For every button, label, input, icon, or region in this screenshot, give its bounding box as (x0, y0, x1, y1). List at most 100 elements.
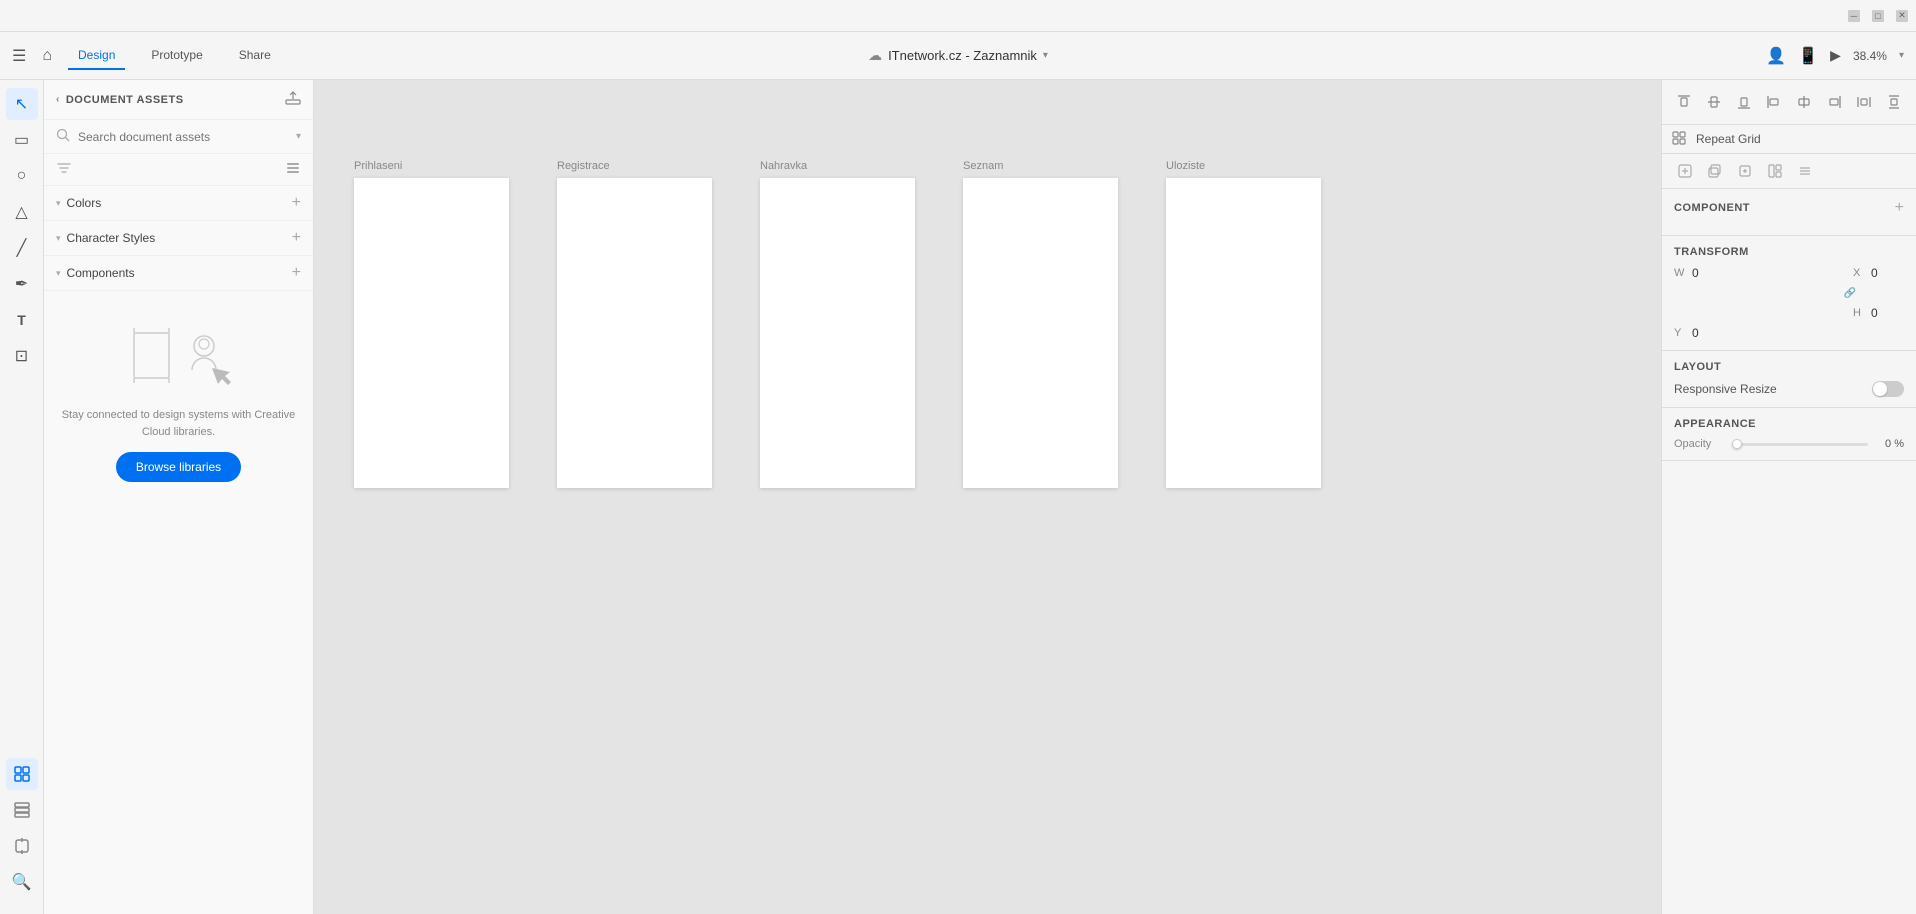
layers-icon[interactable] (6, 794, 38, 826)
main-layout: ↖ ▭ ○ △ ╱ ✒ T ⊡ 🔍 ‹ DOCUMENT ASSETS (0, 80, 1916, 914)
height-input[interactable] (1871, 306, 1916, 320)
distribute-h-button[interactable] (1850, 88, 1878, 116)
tab-share[interactable]: Share (229, 42, 281, 70)
maximize-button[interactable]: □ (1872, 10, 1884, 22)
component-section: COMPONENT + (1662, 189, 1916, 236)
artboard-uloziste: Uloziste (1166, 160, 1321, 488)
opacity-slider[interactable] (1732, 443, 1868, 446)
toggle-knob (1873, 382, 1887, 396)
browse-libraries-button[interactable]: Browse libraries (116, 452, 241, 482)
minimize-button[interactable]: ─ (1848, 10, 1860, 22)
library-promo: Stay connected to design systems with Cr… (44, 291, 313, 506)
menu-icon[interactable]: ☰ (12, 46, 26, 66)
align-middle-v-button[interactable] (1700, 88, 1728, 116)
character-styles-section[interactable]: ▾ Character Styles + (44, 221, 313, 256)
x-input[interactable] (1871, 266, 1916, 280)
distribute-v-button[interactable] (1880, 88, 1908, 116)
title-bar-controls: ─ □ ✕ (1848, 10, 1908, 22)
transform-lock: 🔗 (1674, 286, 1916, 300)
line-tool[interactable]: ╱ (6, 232, 38, 264)
responsive-resize-row: Responsive Resize (1674, 381, 1904, 397)
pen-tool[interactable]: ✒ (6, 268, 38, 300)
colors-section[interactable]: ▾ Colors + (44, 186, 313, 221)
artboard-label-uloziste: Uloziste (1166, 160, 1205, 172)
device-icon[interactable]: 📱 (1798, 46, 1818, 66)
comp-duplicate-icon[interactable] (1732, 158, 1758, 184)
width-label: W (1674, 267, 1688, 279)
artboard-frame-registrace[interactable] (557, 178, 712, 488)
assets-upload-icon[interactable] (285, 90, 301, 109)
artboard-label-seznam: Seznam (963, 160, 1003, 172)
assets-filter-toolbar (44, 154, 313, 186)
search-magnifier-icon (56, 128, 70, 145)
play-icon[interactable]: ▶ (1830, 47, 1841, 64)
align-left-button[interactable] (1760, 88, 1788, 116)
height-row: H (1853, 306, 1916, 320)
width-input[interactable] (1692, 266, 1847, 280)
opacity-row: Opacity 0 % (1674, 438, 1904, 450)
colors-add-icon[interactable]: + (292, 194, 301, 212)
search-dropdown-icon[interactable]: ▾ (296, 131, 301, 142)
text-tool[interactable]: T (6, 304, 38, 336)
comp-lines-icon[interactable] (1792, 158, 1818, 184)
align-bottom-button[interactable] (1730, 88, 1758, 116)
width-row: W (1674, 266, 1847, 280)
artboard-seznam: Seznam (963, 160, 1118, 488)
canvas-area[interactable]: Prihlaseni Registrace Nahravka Seznam Ul… (314, 80, 1661, 914)
repeat-grid-label[interactable]: Repeat Grid (1696, 132, 1761, 146)
responsive-resize-toggle[interactable] (1872, 381, 1904, 397)
assets-header-left: ‹ DOCUMENT ASSETS (56, 94, 184, 106)
artboard-frame-seznam[interactable] (963, 178, 1118, 488)
zoom-chevron-icon[interactable]: ▾ (1899, 50, 1904, 61)
char-styles-add-icon[interactable]: + (292, 229, 301, 247)
tab-design[interactable]: Design (68, 42, 125, 70)
assets-chevron-icon[interactable]: ‹ (56, 94, 60, 105)
zoom-level[interactable]: 38.4% (1853, 49, 1887, 63)
artboard-container: Prihlaseni Registrace Nahravka Seznam Ul… (354, 160, 1321, 488)
components-chevron-icon: ▾ (56, 268, 61, 279)
component-add-icon[interactable]: + (1895, 199, 1904, 217)
align-toolbar (1662, 80, 1916, 125)
artboard-frame-uloziste[interactable] (1166, 178, 1321, 488)
components-add-icon[interactable]: + (292, 264, 301, 282)
user-icon[interactable]: 👤 (1766, 46, 1786, 66)
nav-center: ☁ ITnetwork.cz - Zaznamnik ▾ (868, 47, 1048, 64)
artboard-frame-nahravka[interactable] (760, 178, 915, 488)
y-input[interactable] (1692, 326, 1847, 340)
comp-ungroup-icon[interactable] (1762, 158, 1788, 184)
appearance-section-title: APPEARANCE (1674, 418, 1756, 430)
plugins-icon[interactable] (6, 830, 38, 862)
ellipse-tool[interactable]: ○ (6, 160, 38, 192)
tab-prototype[interactable]: Prototype (141, 42, 212, 70)
filter-icon[interactable] (56, 160, 72, 179)
components-section[interactable]: ▾ Components + (44, 256, 313, 291)
x-label: X (1853, 267, 1867, 279)
project-chevron-icon[interactable]: ▾ (1043, 50, 1048, 61)
artboard-tool[interactable]: ⊡ (6, 340, 38, 372)
right-panel: Repeat Grid COMPONENT + (1661, 80, 1916, 914)
comp-copy-icon[interactable] (1702, 158, 1728, 184)
assets-icon[interactable] (6, 758, 38, 790)
component-icons-row (1662, 154, 1916, 189)
list-view-icon[interactable] (285, 160, 301, 179)
close-button[interactable]: ✕ (1896, 10, 1908, 22)
comp-edit-icon[interactable] (1672, 158, 1698, 184)
triangle-tool[interactable]: △ (6, 196, 38, 228)
select-tool[interactable]: ↖ (6, 88, 38, 120)
artboard-frame-prihlaseni[interactable] (354, 178, 509, 488)
align-center-h-button[interactable] (1790, 88, 1818, 116)
nav-left: ☰ ⌂ Design Prototype Share (12, 42, 281, 70)
layout-section: LAYOUT Responsive Resize (1662, 351, 1916, 408)
search-icon[interactable]: 🔍 (6, 866, 38, 898)
align-top-button[interactable] (1670, 88, 1698, 116)
rectangle-tool[interactable]: ▭ (6, 124, 38, 156)
home-icon[interactable]: ⌂ (42, 47, 52, 65)
assets-panel-title: DOCUMENT ASSETS (66, 94, 184, 106)
transform-grid: W X 🔗 H Y (1674, 266, 1904, 340)
colors-label: Colors (67, 196, 102, 210)
align-right-button[interactable] (1820, 88, 1848, 116)
search-input[interactable] (78, 130, 288, 144)
title-bar: ─ □ ✕ (0, 0, 1916, 32)
component-section-title: COMPONENT (1674, 202, 1750, 214)
artboard-registrace: Registrace (557, 160, 712, 488)
